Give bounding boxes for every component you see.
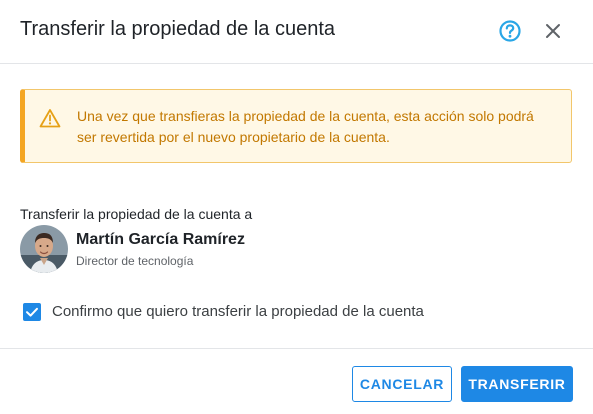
transfer-button[interactable]: TRANSFERIR [461, 366, 573, 402]
confirm-checkbox[interactable] [23, 303, 41, 321]
checkmark-icon [26, 307, 38, 317]
avatar [20, 225, 68, 273]
cancel-button[interactable]: CANCELAR [352, 366, 452, 402]
warning-triangle-icon [39, 108, 61, 128]
dialog-header: Transferir la propiedad de la cuenta [0, 0, 593, 64]
confirm-checkbox-label[interactable]: Confirmo que quiero transferir la propie… [52, 302, 424, 322]
warning-alert: Una vez que transfieras la propiedad de … [20, 89, 572, 163]
dialog-title: Transferir la propiedad de la cuenta [20, 18, 335, 40]
help-icon[interactable] [497, 18, 523, 44]
close-icon[interactable] [540, 18, 566, 44]
footer-divider [0, 348, 593, 349]
warning-message: Una vez que transfieras la propiedad de … [77, 108, 534, 145]
user-role: Director de tecnología [76, 254, 194, 268]
transfer-ownership-dialog: Transferir la propiedad de la cuenta Una… [0, 0, 593, 414]
transfer-to-label: Transferir la propiedad de la cuenta a [20, 206, 253, 222]
user-name: Martín García Ramírez [76, 231, 245, 248]
